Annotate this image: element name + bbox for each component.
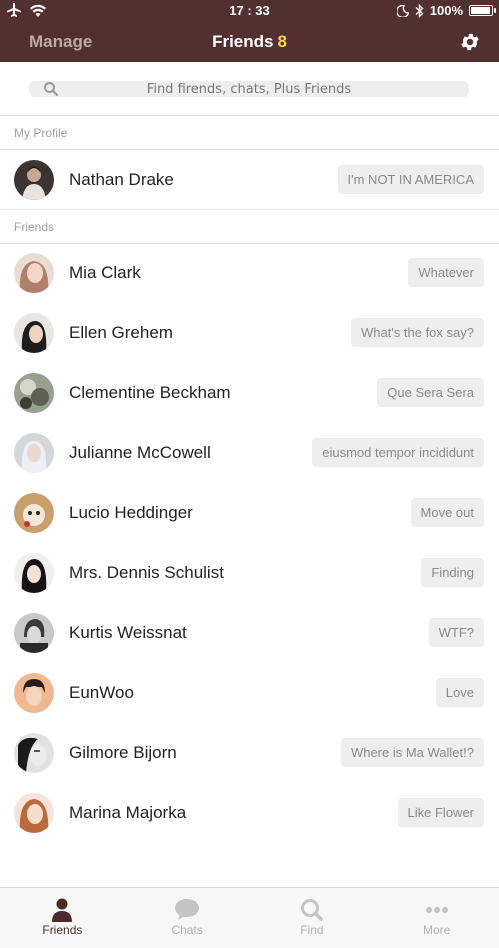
friend-name: Mrs. Dennis Schulist <box>69 563 224 582</box>
status-message: Like Flower <box>397 798 484 827</box>
profile-row[interactable]: Nathan Drake I'm NOT IN AMERICA <box>0 150 499 210</box>
status-message: WTF? <box>428 618 484 647</box>
status-message: What's the fox say? <box>350 318 484 347</box>
friend-name: Clementine Beckham <box>69 383 231 402</box>
friend-row[interactable]: Ellen Grehem What's the fox say? <box>0 303 499 363</box>
section-label: My Profile <box>14 126 68 140</box>
avatar[interactable] <box>14 613 54 653</box>
more-dots-icon <box>425 907 448 913</box>
avatar[interactable] <box>14 673 54 713</box>
friend-row[interactable]: Marina Majorka Like Flower <box>0 783 499 843</box>
search-placeholder: Find firends, chats, Plus Friends <box>146 82 352 97</box>
friend-row[interactable]: Gilmore Bijorn Where is Ma Wallet!? <box>0 723 499 783</box>
moon-icon <box>396 4 409 17</box>
friend-row[interactable]: Clementine Beckham Que Sera Sera <box>0 363 499 423</box>
status-message: Love <box>435 678 484 707</box>
nav-bar: Manage Friends 8 <box>0 22 499 62</box>
status-bar: 17 : 33 100% <box>0 0 499 22</box>
avatar[interactable] <box>14 433 54 473</box>
gear-icon[interactable] <box>459 31 481 53</box>
friend-name: Mia Clark <box>69 263 141 282</box>
friend-row[interactable]: Mia Clark Whatever <box>0 243 499 303</box>
battery-percent: 100% <box>429 3 463 18</box>
avatar[interactable] <box>14 373 54 413</box>
page-title: Friends 8 <box>0 32 499 52</box>
friend-row[interactable]: EunWoo Love <box>0 663 499 723</box>
search-icon <box>300 899 323 921</box>
status-message: eiusmod tempor incididunt <box>312 438 484 467</box>
bluetooth-icon <box>415 3 424 18</box>
tab-label: Friends <box>42 923 83 937</box>
friend-row[interactable]: Lucio Heddinger Move out <box>0 483 499 543</box>
avatar[interactable] <box>14 493 54 533</box>
status-message: Where is Ma Wallet!? <box>340 738 484 767</box>
person-icon <box>52 898 73 922</box>
chat-bubble-icon <box>175 899 200 920</box>
section-header-profile: My Profile <box>0 116 499 150</box>
tab-label: Chats <box>171 923 203 937</box>
tab-label: Find <box>300 923 324 937</box>
friend-count: 8 <box>277 32 287 51</box>
friend-name: Kurtis Weissnat <box>69 623 187 642</box>
status-message: Que Sera Sera <box>377 378 484 407</box>
tab-chats[interactable]: Chats <box>125 888 250 948</box>
tab-label: More <box>422 923 451 937</box>
status-message: Whatever <box>408 258 484 287</box>
friend-row[interactable]: Kurtis Weissnat WTF? <box>0 603 499 663</box>
friend-name: Julianne McCowell <box>69 443 211 462</box>
search-area: Find firends, chats, Plus Friends <box>0 62 499 116</box>
friend-name: Marina Majorka <box>69 803 187 822</box>
page-title-text: Friends <box>212 32 274 51</box>
avatar[interactable] <box>14 160 54 200</box>
friend-row[interactable]: Julianne McCowell eiusmod tempor incidid… <box>0 423 499 483</box>
friend-name: Gilmore Bijorn <box>69 743 177 762</box>
status-message: Finding <box>421 558 484 587</box>
friend-row[interactable]: Mrs. Dennis Schulist Finding <box>0 543 499 603</box>
section-label: Friends <box>14 220 55 234</box>
tab-bar: Friends Chats Find More <box>0 887 499 948</box>
tab-find[interactable]: Find <box>250 888 375 948</box>
status-message: I'm NOT IN AMERICA <box>337 165 484 194</box>
avatar[interactable] <box>14 733 54 773</box>
friend-name: Lucio Heddinger <box>69 503 193 522</box>
tab-more[interactable]: More <box>374 888 499 948</box>
avatar[interactable] <box>14 793 54 833</box>
avatar[interactable] <box>14 553 54 593</box>
friend-name: EunWoo <box>69 683 134 702</box>
profile-name: Nathan Drake <box>69 170 174 189</box>
battery-icon <box>469 5 496 16</box>
search-input[interactable]: Find firends, chats, Plus Friends <box>29 81 469 97</box>
tab-friends[interactable]: Friends <box>0 888 125 948</box>
section-header-friends: Friends <box>0 210 499 244</box>
friend-name: Ellen Grehem <box>69 323 173 342</box>
avatar[interactable] <box>14 313 54 353</box>
status-message: Move out <box>410 498 484 527</box>
avatar[interactable] <box>14 253 54 293</box>
